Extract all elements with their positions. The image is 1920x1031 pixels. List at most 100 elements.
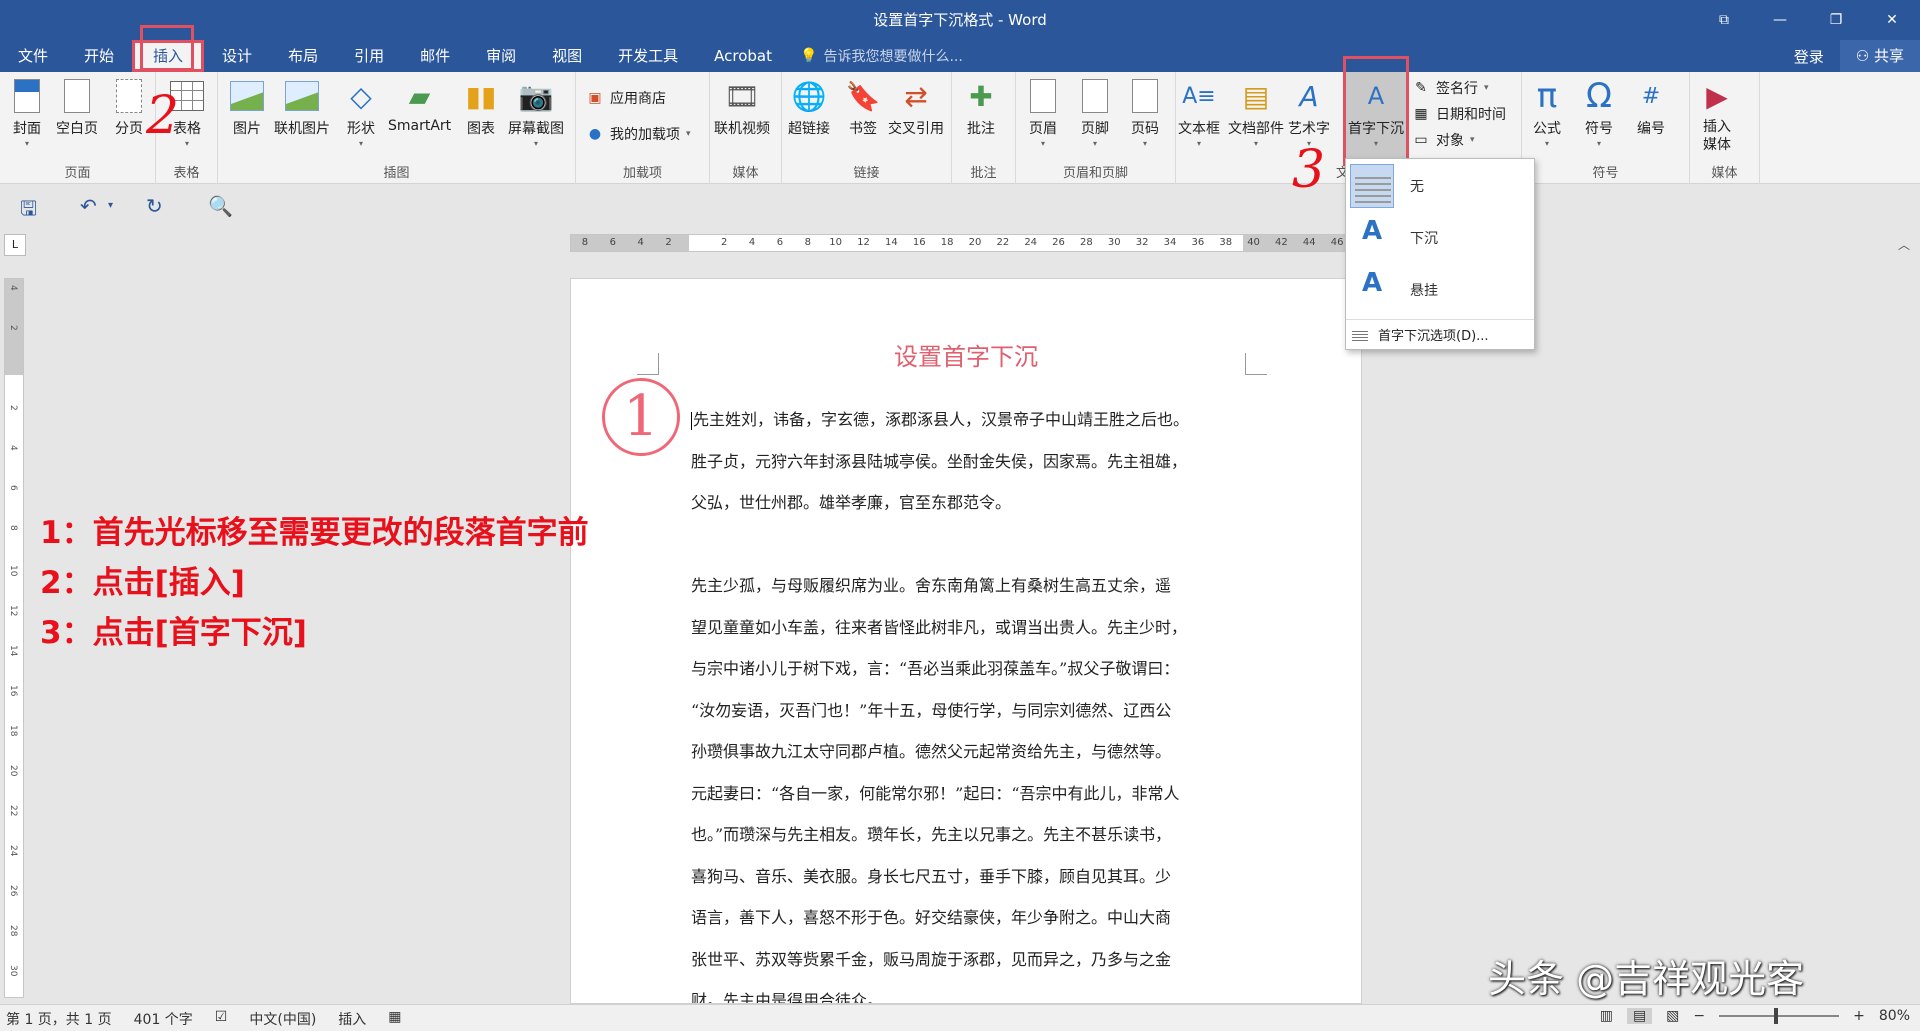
minimize-button[interactable]: —	[1752, 0, 1808, 40]
pi-icon: π	[1536, 76, 1558, 116]
tab-3[interactable]: 设计	[204, 40, 270, 72]
read-mode-icon[interactable]: ▥	[1600, 1008, 1613, 1024]
screenshot-label: 屏幕截图	[508, 121, 564, 137]
tab-0[interactable]: 文件	[0, 40, 66, 72]
textbox-button[interactable]: A≡ 文本框 ▾	[1178, 76, 1220, 149]
maximize-button[interactable]: ❐	[1808, 0, 1864, 40]
header-button[interactable]: 页眉 ▾	[1026, 76, 1060, 148]
save-icon[interactable]: 🖫	[20, 194, 37, 228]
group-label-illustrations: 插图	[383, 166, 410, 181]
chart-button[interactable]: ▮▮ 图表	[464, 76, 498, 138]
footer-label: 页脚	[1081, 121, 1109, 137]
redo-icon[interactable]: ↻	[146, 194, 163, 218]
undo-icon[interactable]: ↶	[80, 194, 97, 218]
dropcap-options-item[interactable]: 首字下沉选项(D)...	[1346, 319, 1534, 349]
macro-record-icon[interactable]: ▦	[388, 1009, 401, 1029]
smartart-button[interactable]: ▰ SmartArt	[388, 76, 451, 135]
tell-me-search[interactable]: 💡 告诉我您想要做什么...	[800, 46, 963, 66]
horizontal-ruler[interactable]: 8 6 4 2 2 4 6 8 10 12 14 16 18 20 22 24 26 28 30 32 34 36 38 40…	[570, 234, 1351, 252]
tab-5[interactable]: 引用	[336, 40, 402, 72]
ruler-tick-label: 26	[1052, 237, 1065, 248]
tab-10[interactable]: Acrobat	[696, 40, 790, 72]
group-label-comments: 批注	[970, 166, 997, 181]
globe-link-icon: 🌐	[791, 79, 827, 113]
paragraph-1[interactable]: 先主姓刘，讳备，字玄德，涿郡涿县人，汉景帝子中山靖王胜之后也。 胜子贞，元狩六年封…	[691, 399, 1251, 524]
zoom-in-icon[interactable]: +	[1853, 1008, 1865, 1024]
status-bar: 第 1 页，共 1 页 401 个字 ☑ 中文(中国) 插入 ▦ ▥ ▤ ▧ −…	[0, 1004, 1920, 1031]
language-indicator[interactable]: 中文(中国)	[249, 1009, 316, 1029]
picture-button[interactable]: 图片	[230, 76, 264, 138]
word-count[interactable]: 401 个字	[134, 1009, 193, 1029]
insert-tab-highlight-box	[140, 25, 194, 71]
ribbon-display-options-icon[interactable]: ⧉	[1696, 0, 1752, 40]
shapes-button[interactable]: ◇ 形状 ▾	[344, 76, 378, 149]
dropcap-dropped-icon: A	[1361, 216, 1383, 246]
bookmark-button[interactable]: 🔖 书签	[846, 76, 881, 138]
tab-7[interactable]: 审阅	[468, 40, 534, 72]
my-addins-button[interactable]: ● 我的加载项 ▾	[586, 124, 691, 144]
wordart-button[interactable]: A 艺术字 ▾	[1288, 76, 1330, 149]
tab-9[interactable]: 开发工具	[600, 40, 696, 72]
shapes-label: 形状	[347, 121, 375, 137]
quick-parts-button[interactable]: ▤ 文档部件 ▾	[1228, 76, 1284, 149]
tab-6[interactable]: 邮件	[402, 40, 468, 72]
undo-dropdown-icon[interactable]: ▾	[108, 200, 113, 211]
print-preview-icon[interactable]: 🔍	[208, 194, 233, 218]
ribbon-insert: 封面 ▾ 空白页 分页 页面 表格 ▾ 表格 图片 联机图片 ◇ 形状 ▾ ▰ Smart…	[0, 56, 1920, 252]
new-comment-button[interactable]: ✚ 批注	[964, 76, 998, 138]
dropcap-none-option[interactable]: 无	[1346, 161, 1534, 211]
text-line: 元起妻曰：“各自一家，何能常尔邪！”起曰：“吾宗中有此儿，非常人	[691, 783, 1180, 803]
proofing-icon[interactable]: ☑	[215, 1009, 228, 1029]
dropcap-margin-option[interactable]: A 悬挂	[1346, 265, 1534, 315]
cover-page-button[interactable]: 封面 ▾	[10, 76, 44, 148]
blank-page-button[interactable]: 空白页	[56, 76, 98, 138]
embed-media-button[interactable]: ▶ 插入 媒体	[1700, 76, 1734, 154]
share-button[interactable]: ⚇ 共享	[1839, 40, 1920, 72]
vruler-tick-label: 30	[8, 965, 18, 977]
vertical-ruler[interactable]: 4 2 2 4 6 8 10 12 14 16 18 20 22 24 26 28 30	[4, 278, 24, 998]
zoom-level[interactable]: 80%	[1879, 1008, 1910, 1024]
tab-8[interactable]: 视图	[534, 40, 600, 72]
bookmark-label: 书签	[849, 121, 877, 137]
zoom-slider[interactable]	[1719, 1008, 1840, 1024]
signature-line-button[interactable]: ✎ 签名行 ▾	[1412, 78, 1488, 98]
equation-button[interactable]: π 公式 ▾	[1530, 76, 1564, 148]
document-page[interactable]: 设置首字下沉 先主姓刘，讳备，字玄德，涿郡涿县人，汉景帝子中山靖王胜之后也。 胜子…	[570, 278, 1362, 1004]
annotation-step-3: 3：点击[首字下沉]	[40, 615, 307, 651]
text-line: 胜子贞，元狩六年封涿县陆城亭侯。坐酎金失侯，因家焉。先主祖雄，	[691, 451, 1188, 471]
online-video-button[interactable]: 🎞 联机视频	[714, 76, 770, 138]
annotation-step-2: 2：点击[插入]	[40, 565, 245, 601]
vruler-tick-label: 4	[8, 445, 18, 451]
collapse-ribbon-icon[interactable]: ︿	[1898, 236, 1910, 253]
tab-4[interactable]: 布局	[270, 40, 336, 72]
online-picture-button[interactable]: 联机图片	[274, 76, 330, 138]
vruler-tick-label: 14	[8, 645, 18, 657]
object-button[interactable]: ▭ 对象 ▾	[1412, 130, 1474, 150]
text-line: 喜狗马、音乐、美衣服。身长七尺五寸，垂手下膝，顾自见其耳。少	[691, 866, 1172, 886]
textbox-icon: A≡	[1182, 83, 1216, 109]
tab-1[interactable]: 开始	[66, 40, 132, 72]
cross-reference-button[interactable]: ⇄ 交叉引用	[888, 76, 944, 138]
page-number-button[interactable]: 页码 ▾	[1128, 76, 1162, 148]
paragraph-2[interactable]: 先主少孤，与母贩履织席为业。舍东南角篱上有桑树生高五丈余，遥 望见童童如小车盖，往…	[691, 565, 1251, 1003]
group-header-footer: 页眉 ▾ 页脚 ▾ 页码 ▾ 页眉和页脚	[1016, 72, 1176, 184]
number-label: 编号	[1637, 121, 1665, 137]
symbol-button[interactable]: Ω 符号 ▾	[1582, 76, 1616, 148]
insert-mode-indicator[interactable]: 插入	[338, 1009, 366, 1029]
login-link[interactable]: 登录	[1778, 46, 1840, 67]
screenshot-button[interactable]: 📷 屏幕截图 ▾	[508, 76, 564, 149]
footer-button[interactable]: 页脚 ▾	[1078, 76, 1112, 148]
page-break-button[interactable]: 分页	[112, 76, 146, 138]
print-layout-icon[interactable]: ▤	[1626, 1008, 1653, 1024]
web-layout-icon[interactable]: ▧	[1666, 1008, 1679, 1024]
close-button[interactable]: ✕	[1864, 0, 1920, 40]
store-button[interactable]: ▣ 应用商店	[586, 88, 666, 108]
group-label-pages: 页面	[64, 166, 91, 181]
date-time-button[interactable]: ▦ 日期和时间	[1412, 104, 1506, 124]
hyperlink-button[interactable]: 🌐 超链接	[788, 76, 830, 138]
page-count[interactable]: 第 1 页，共 1 页	[6, 1009, 112, 1029]
number-button[interactable]: # 编号	[1634, 76, 1668, 138]
dropcap-dropped-option[interactable]: A 下沉	[1346, 213, 1534, 263]
tab-selector[interactable]: L	[4, 234, 26, 256]
zoom-out-icon[interactable]: −	[1693, 1008, 1705, 1024]
